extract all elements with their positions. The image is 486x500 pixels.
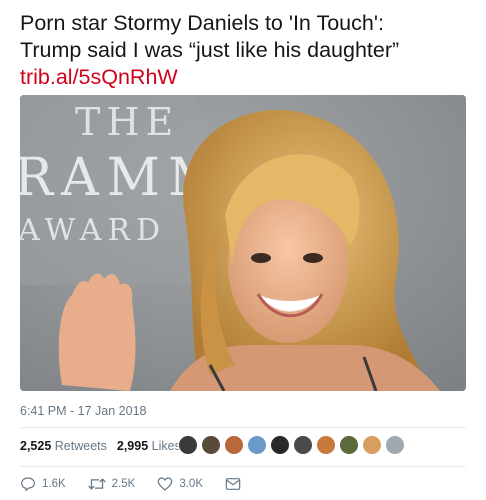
tweet-text: Porn star Stormy Daniels to 'In Touch': … bbox=[20, 10, 480, 91]
tweet-line-2: Trump said I was “just like his daughter… bbox=[20, 38, 400, 62]
envelope-icon bbox=[225, 478, 241, 490]
retweet-icon bbox=[87, 478, 106, 490]
divider bbox=[20, 427, 466, 428]
tweet-timestamp[interactable]: 6:41 PM - 17 Jan 2018 bbox=[20, 404, 146, 418]
like-button[interactable]: 3.0K bbox=[157, 476, 203, 492]
liker-avatar[interactable] bbox=[385, 435, 405, 455]
reply-count: 1.6K bbox=[42, 478, 66, 490]
heart-icon bbox=[158, 477, 173, 491]
liker-avatar[interactable] bbox=[178, 435, 198, 455]
direct-message-button[interactable] bbox=[225, 477, 241, 491]
reply-button[interactable]: 1.6K bbox=[20, 476, 66, 492]
tweet-link[interactable]: trib.al/5sQnRhW bbox=[20, 64, 480, 91]
liker-avatar[interactable] bbox=[316, 435, 336, 455]
divider bbox=[20, 466, 466, 467]
tweet-line-1: Porn star Stormy Daniels to 'In Touch': bbox=[20, 11, 384, 35]
tweet-photo[interactable]: THE RAMM AWARD bbox=[20, 95, 466, 391]
reply-icon bbox=[21, 477, 35, 492]
retweet-count: 2.5K bbox=[111, 478, 136, 490]
photo-illustration: THE RAMM AWARD bbox=[20, 95, 466, 391]
liker-avatar[interactable] bbox=[270, 435, 290, 455]
retweets-label: Retweets bbox=[54, 439, 107, 453]
backdrop-text-3: AWARD bbox=[20, 213, 166, 248]
tweet-actions: 1.6K 2.5K 3.0K bbox=[20, 476, 263, 492]
retweet-button[interactable]: 2.5K bbox=[87, 476, 136, 492]
likes-label: Likes bbox=[151, 439, 181, 453]
liker-avatar[interactable] bbox=[339, 435, 359, 455]
likes-count: 2,995 bbox=[116, 439, 149, 453]
likes-stat[interactable]: 2,995 Likes bbox=[117, 439, 181, 453]
retweets-count: 2,525 bbox=[20, 439, 52, 453]
liker-avatar[interactable] bbox=[201, 435, 221, 455]
liker-avatar[interactable] bbox=[224, 435, 244, 455]
retweets-stat[interactable]: 2,525 Retweets bbox=[20, 439, 107, 453]
liker-avatars bbox=[178, 435, 405, 455]
liker-avatar[interactable] bbox=[247, 435, 267, 455]
like-count: 3.0K bbox=[179, 478, 204, 490]
backdrop-text-1: THE bbox=[75, 100, 179, 144]
engagement-stats: 2,525 Retweets 2,995 Likes bbox=[20, 439, 181, 453]
liker-avatar[interactable] bbox=[362, 435, 382, 455]
liker-avatar[interactable] bbox=[293, 435, 313, 455]
